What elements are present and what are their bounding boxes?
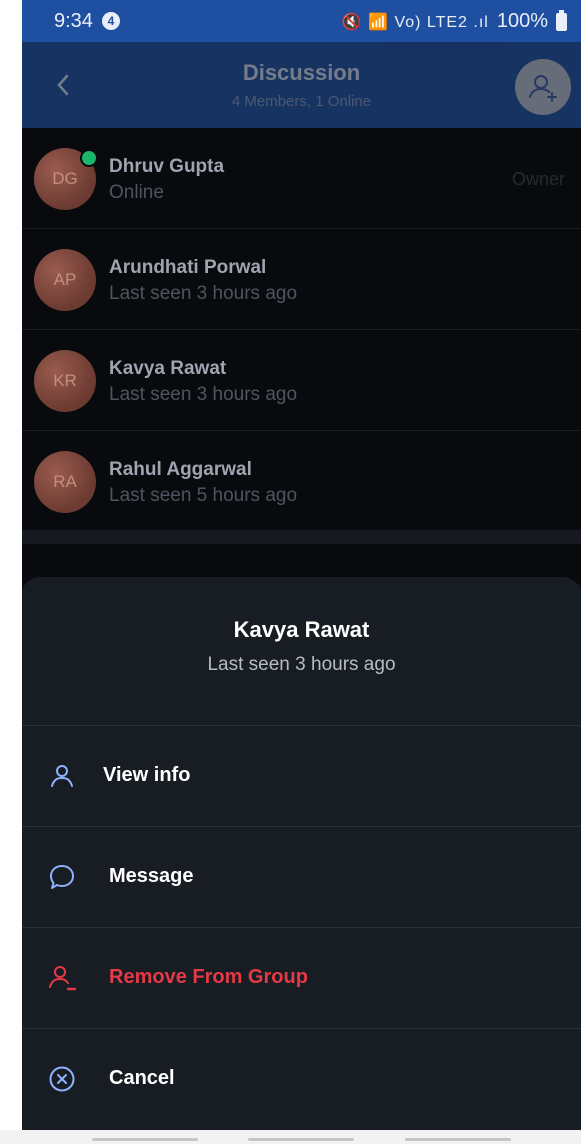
message-bubble-icon [50,865,74,889]
add-member-button[interactable] [515,59,571,115]
nav-recents-handle[interactable] [92,1138,198,1141]
member-action-sheet: Kavya Rawat Last seen 3 hours ago View i… [22,577,581,1130]
phone-screen: 9:34 4 🔇 📶 Vo) LTE2 .ıl 100% Discussion … [22,0,581,1130]
cancel-label: Cancel [109,1067,175,1089]
sheet-header: Kavya Rawat Last seen 3 hours ago [22,577,581,726]
notification-count-badge: 4 [102,12,120,30]
member-name: Arundhati Porwal [109,257,267,278]
member-name: Rahul Aggarwal [109,459,252,480]
cancel-button[interactable]: Cancel [22,1029,581,1129]
member-row[interactable]: DG Dhruv Gupta Online Owner [22,128,581,229]
member-status: Last seen 5 hours ago [109,485,298,506]
signal-icons: 🔇 📶 Vo) LTE2 .ıl [341,13,489,31]
app-bar: Discussion 4 Members, 1 Online [22,42,581,128]
battery-icon [556,9,567,31]
remove-person-icon [49,966,76,991]
status-bar: 9:34 4 🔇 📶 Vo) LTE2 .ıl 100% [22,0,581,42]
sheet-member-name: Kavya Rawat [233,617,370,642]
page-subtitle: 4 Members, 1 Online [231,93,372,110]
avatar: AP [34,249,96,311]
member-list: DG Dhruv Gupta Online Owner AP Arundhati… [22,128,581,558]
member-row[interactable]: KR Kavya Rawat Last seen 3 hours ago [22,330,581,431]
person-icon [51,765,73,787]
member-role-badge: Owner [511,169,565,189]
member-status: Online [109,182,164,203]
page-title: Discussion [242,60,361,85]
nav-home-handle[interactable] [248,1138,354,1141]
battery-percent: 100% [496,10,548,32]
view-info-button[interactable]: View info [22,726,581,827]
nav-back-handle[interactable] [405,1138,511,1141]
member-name: Dhruv Gupta [109,156,225,177]
remove-from-group-label: Remove From Group [109,966,308,988]
message-label: Message [109,865,194,887]
member-status: Last seen 3 hours ago [109,283,298,304]
avatar: RA [34,451,96,513]
remove-from-group-button[interactable]: Remove From Group [22,928,581,1029]
message-button[interactable]: Message [22,827,581,928]
member-name: Kavya Rawat [109,358,227,379]
status-time: 9:34 [54,10,93,32]
avatar: KR [34,350,96,412]
member-row[interactable]: RA Rahul Aggarwal Last seen 5 hours ago [22,431,581,532]
status-icons: 🔇 📶 Vo) LTE2 .ıl 100% [341,9,567,33]
cancel-circle-icon [49,1066,75,1092]
member-row[interactable]: AP Arundhati Porwal Last seen 3 hours ag… [22,229,581,330]
sheet-member-status: Last seen 3 hours ago [207,654,396,675]
add-person-icon [529,75,557,102]
member-status: Last seen 3 hours ago [109,384,298,405]
view-info-label: View info [103,764,191,786]
online-indicator [80,149,98,167]
system-navigation-bar [0,1130,581,1144]
section-divider [22,530,581,544]
